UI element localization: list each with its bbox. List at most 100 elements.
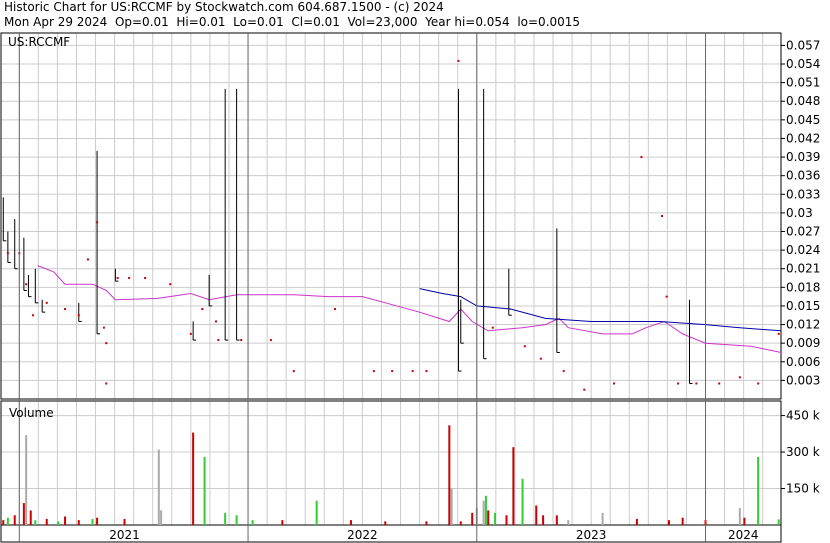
price-tick-label: 0.012	[786, 318, 820, 332]
price-close-dots	[6, 59, 780, 391]
price-tick-label: 0.033	[786, 187, 820, 201]
price-close-dot	[457, 59, 460, 62]
volume-bar	[521, 478, 524, 525]
volume-bar	[777, 519, 780, 525]
price-tick-label: 0.021	[786, 262, 820, 276]
volume-bar	[555, 515, 558, 525]
volume-bar	[45, 518, 48, 525]
volume-bar	[482, 500, 485, 525]
volume-bar	[738, 507, 741, 525]
price-close-dot	[105, 382, 108, 385]
price-close-dot	[677, 382, 680, 385]
price-tick-label: 0.003	[786, 373, 820, 387]
price-close-dot	[215, 320, 218, 323]
price-tick-label: 0.018	[786, 280, 820, 294]
price-tick-label: 0.009	[786, 336, 820, 350]
price-close-dot	[25, 283, 28, 286]
volume-bar	[459, 521, 462, 525]
price-close-dot	[292, 370, 295, 373]
volume-bar	[567, 520, 570, 525]
price-close-dot	[613, 382, 616, 385]
price-close-dot	[661, 215, 664, 217]
volume-bars	[2, 425, 780, 525]
price-axis: 0.003 0.006 0.009 0.012 0.015 0.018 0.021 0.024…	[781, 38, 820, 387]
volume-bar	[281, 520, 284, 525]
volume-bar	[251, 520, 254, 525]
price-close-dot	[128, 277, 131, 280]
price-close-dot	[539, 357, 542, 360]
price-tick-label: 0.054	[786, 57, 820, 71]
volume-axis: 150 k 300 k 450 k	[781, 409, 820, 496]
year-label: 2024	[728, 528, 759, 542]
volume-bar	[235, 515, 238, 525]
volume-bar	[192, 432, 195, 525]
volume-bar	[450, 488, 453, 525]
volume-bar	[2, 520, 5, 525]
price-range-bars	[2, 88, 693, 384]
volume-bar	[34, 520, 37, 525]
price-close-dot	[77, 314, 80, 317]
year-label: 2021	[109, 528, 140, 542]
volume-bar	[757, 456, 760, 525]
short-moving-average-line	[37, 265, 782, 353]
price-close-dot	[391, 370, 394, 373]
price-tick-label: 0.042	[786, 131, 820, 145]
price-close-dot	[86, 258, 89, 261]
price-close-dot	[695, 382, 698, 385]
volume-bar	[315, 500, 318, 525]
price-tick-label: 0.039	[786, 150, 820, 164]
volume-bar	[64, 516, 67, 525]
price-panel-frame	[0, 32, 782, 400]
volume-bar	[6, 517, 9, 525]
volume-tick-label: 150 k	[786, 482, 820, 496]
price-close-dot	[217, 339, 220, 342]
volume-bar	[535, 505, 538, 525]
volume-bar	[91, 518, 94, 525]
price-close-dot	[777, 332, 780, 335]
volume-bar	[494, 512, 497, 525]
volume-bar	[743, 517, 746, 525]
price-close-dot	[372, 370, 375, 373]
price-tick-label: 0.027	[786, 225, 820, 239]
price-tick-label: 0.051	[786, 76, 820, 90]
year-label: 2022	[347, 528, 378, 542]
price-tick-label: 0.015	[786, 299, 820, 313]
price-tick-label: 0.03	[786, 206, 813, 220]
price-close-dot	[105, 342, 108, 345]
volume-bar	[384, 521, 387, 525]
price-close-dot	[169, 283, 172, 286]
stock-chart: 0.003 0.006 0.009 0.012 0.015 0.018 0.021 0.024…	[0, 32, 820, 543]
price-close-dot	[102, 326, 105, 329]
volume-bar	[601, 512, 604, 525]
price-close-dot	[562, 370, 565, 373]
volume-bar	[25, 435, 28, 525]
volume-bar	[425, 521, 428, 525]
volume-panel-frame	[0, 400, 782, 526]
price-close-dot	[523, 345, 526, 348]
price-close-dot	[96, 221, 99, 224]
volume-bar	[22, 503, 25, 525]
price-tick-label: 0.024	[786, 243, 820, 257]
volume-bar	[487, 510, 490, 525]
price-tick-label: 0.036	[786, 169, 820, 183]
volume-bar	[512, 447, 515, 525]
price-close-dot	[425, 370, 428, 373]
price-close-dot	[269, 339, 272, 342]
moving-average-lines	[37, 265, 782, 353]
price-close-dot	[718, 382, 721, 385]
volume-bar	[96, 517, 99, 525]
volume-bar	[13, 515, 16, 525]
price-close-dot	[491, 326, 494, 329]
volume-bar	[123, 518, 126, 525]
volume-bar	[203, 456, 206, 525]
volume-bar	[471, 512, 474, 525]
price-tick-label: 0.006	[786, 355, 820, 369]
price-close-dot	[411, 370, 414, 373]
volume-bar	[505, 515, 508, 525]
price-close-dot	[189, 332, 192, 335]
price-tick-label: 0.048	[786, 94, 820, 108]
price-close-dot	[6, 252, 9, 255]
price-close-dot	[64, 308, 67, 311]
price-close-dot	[333, 308, 336, 311]
price-grid	[1, 33, 781, 399]
